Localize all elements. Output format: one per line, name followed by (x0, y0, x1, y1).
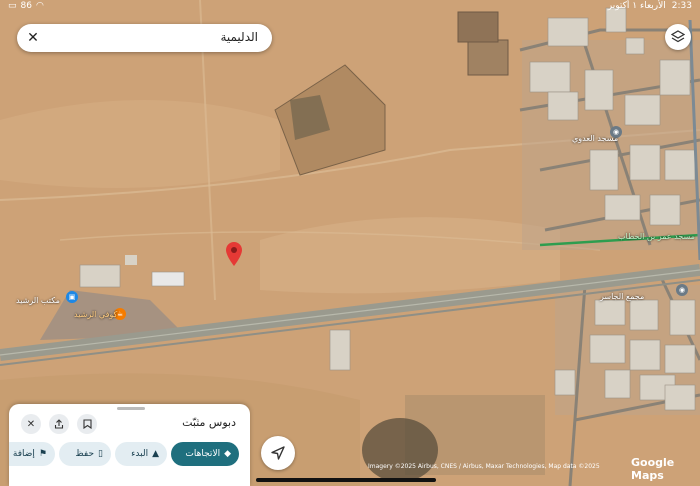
directions-button[interactable]: ◆ الاتجاهات (171, 442, 239, 466)
status-time: 2:33 (671, 1, 692, 11)
directions-icon: ◆ (224, 449, 231, 459)
flag-icon: ⚑ (38, 449, 47, 459)
home-indicator[interactable] (256, 478, 436, 482)
save-button[interactable]: ▯ حفظ (59, 442, 111, 466)
my-location-button[interactable] (261, 436, 295, 470)
place-title: دبوس مثبّت (182, 416, 236, 429)
navigation-icon: ▲ (152, 449, 159, 459)
sheet-drag-handle[interactable] (117, 407, 145, 410)
close-icon[interactable]: ✕ (23, 28, 43, 48)
shop-poi-icon[interactable]: ▣ (66, 291, 78, 303)
save-icon-button[interactable] (77, 414, 97, 434)
status-bar: ▭ 86 ◠ 2:33 الأربعاء ١ أكتوبر (0, 0, 700, 14)
battery-level: 86 (20, 1, 32, 11)
school-poi-icon[interactable]: ◉ (676, 284, 688, 296)
place-bottom-sheet[interactable]: ✕ دبوس مثبّت ◆ الاتجاهات ▲ البدء ▯ حفظ ⚑… (9, 404, 250, 486)
place-label-route[interactable]: مسجد عمر بن الخطاب (618, 232, 695, 241)
battery-icon: ▭ (8, 1, 17, 11)
status-date: الأربعاء ١ أكتوبر (607, 1, 666, 11)
bookmark-icon (82, 419, 92, 429)
close-sheet-button[interactable]: ✕ (21, 414, 41, 434)
place-label-complex[interactable]: مجمع الجاسر (600, 292, 644, 301)
share-icon (54, 419, 64, 429)
location-arrow-icon (271, 446, 285, 460)
place-label-mosque[interactable]: مسجد العدوي (572, 134, 618, 143)
wifi-icon: ◠ (35, 1, 44, 11)
add-label-button[interactable]: ⚑ إضافة (9, 442, 55, 466)
search-bar[interactable]: ✕ الدليمية (17, 24, 272, 52)
layers-icon (671, 30, 685, 43)
start-button[interactable]: ▲ البدء (115, 442, 167, 466)
red-map-pin-icon[interactable] (226, 242, 242, 266)
place-label-office[interactable]: مكتب الرشيد (16, 296, 60, 305)
search-query[interactable]: الدليمية (220, 30, 258, 44)
layers-button[interactable] (665, 24, 691, 50)
share-button[interactable] (49, 414, 69, 434)
imagery-credit: Imagery ©2025 Airbus, CNES / Airbus, Max… (368, 463, 600, 470)
bookmark-icon: ▯ (98, 449, 103, 459)
place-label-cafe[interactable]: كوفي الرشيد (74, 310, 117, 319)
google-logo: Google Maps (631, 456, 675, 482)
